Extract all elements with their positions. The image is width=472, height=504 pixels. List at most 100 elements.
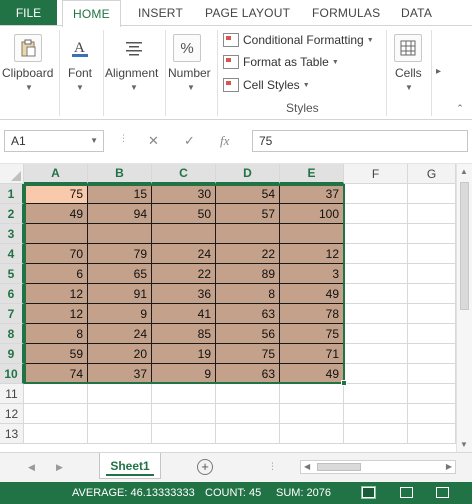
cell[interactable] [88,404,152,424]
cell[interactable] [24,224,88,244]
select-all-button[interactable] [0,164,24,184]
horizontal-scrollbar[interactable]: ◀ ▶ [300,460,456,474]
cell[interactable]: 75 [24,184,88,204]
column-header[interactable]: F [344,164,408,184]
cell[interactable] [408,284,456,304]
cell[interactable] [280,224,344,244]
cell[interactable] [216,404,280,424]
cell[interactable] [344,284,408,304]
cell[interactable] [344,204,408,224]
cell[interactable] [408,344,456,364]
cell[interactable]: 20 [88,344,152,364]
cell[interactable] [216,424,280,444]
row-header[interactable]: 11 [0,384,24,404]
row-header[interactable]: 13 [0,424,24,444]
cell[interactable]: 59 [24,344,88,364]
cell[interactable]: 65 [88,264,152,284]
cell[interactable]: 12 [24,284,88,304]
cell[interactable]: 37 [280,184,344,204]
cell[interactable]: 30 [152,184,216,204]
cell[interactable]: 12 [280,244,344,264]
clipboard-group[interactable]: Clipboard ▼ [0,26,58,120]
chevron-down-icon[interactable]: ▼ [90,136,98,145]
cell[interactable] [408,244,456,264]
prev-sheet-icon[interactable]: ◀ [28,462,35,473]
cell[interactable] [344,184,408,204]
cell[interactable]: 3 [280,264,344,284]
cell[interactable] [344,244,408,264]
cell[interactable] [408,324,456,344]
cell[interactable]: 71 [280,344,344,364]
cell[interactable] [152,404,216,424]
cell[interactable] [24,424,88,444]
cell[interactable] [344,384,408,404]
cell[interactable] [408,184,456,204]
cell[interactable]: 56 [216,324,280,344]
scroll-up-icon[interactable]: ▲ [460,167,468,176]
row-header[interactable]: 7 [0,304,24,324]
cell[interactable]: 8 [216,284,280,304]
tab-insert[interactable]: INSERT [138,0,183,26]
cell[interactable] [408,424,456,444]
page-layout-view-icon[interactable] [400,487,413,498]
cell[interactable] [344,224,408,244]
scroll-left-icon[interactable]: ◀ [304,462,310,471]
cell[interactable]: 22 [152,264,216,284]
conditional-formatting-button[interactable]: Conditional Formatting ▼ [223,30,374,50]
cell[interactable] [152,224,216,244]
cell[interactable]: 49 [280,364,344,384]
cell[interactable]: 41 [152,304,216,324]
cell[interactable]: 12 [24,304,88,324]
cell[interactable]: 79 [88,244,152,264]
cell[interactable] [280,384,344,404]
row-header[interactable]: 8 [0,324,24,344]
cell[interactable]: 37 [88,364,152,384]
column-header[interactable]: B [88,164,152,184]
cell[interactable]: 63 [216,364,280,384]
cancel-icon[interactable]: ✕ [148,130,159,152]
scroll-right-icon[interactable]: ▶ [446,462,452,471]
cell[interactable]: 15 [88,184,152,204]
page-break-view-icon[interactable] [436,487,449,498]
cell[interactable] [344,364,408,384]
row-header[interactable]: 4 [0,244,24,264]
cell[interactable]: 94 [88,204,152,224]
add-sheet-button[interactable]: + [197,459,213,475]
formula-input[interactable]: 75 [252,130,468,152]
scroll-thumb[interactable] [460,182,469,310]
cell[interactable] [344,424,408,444]
enter-icon[interactable]: ✓ [184,130,195,152]
cell[interactable] [344,404,408,424]
cell[interactable] [408,404,456,424]
tab-formulas[interactable]: FORMULAS [312,0,380,26]
cell[interactable]: 9 [88,304,152,324]
column-header[interactable]: D [216,164,280,184]
cell[interactable] [88,384,152,404]
cell[interactable]: 36 [152,284,216,304]
cell[interactable]: 9 [152,364,216,384]
chevron-right-icon[interactable]: ▸ [436,66,441,77]
cell[interactable]: 54 [216,184,280,204]
cell[interactable]: 57 [216,204,280,224]
cell[interactable] [216,224,280,244]
alignment-group[interactable]: Alignment ▼ [104,26,164,120]
tab-data[interactable]: DATA [401,0,432,26]
cells-group[interactable]: Cells ▼ [388,26,430,120]
next-sheet-icon[interactable]: ▶ [56,462,63,473]
cell[interactable] [152,384,216,404]
row-header[interactable]: 12 [0,404,24,424]
cell[interactable]: 24 [152,244,216,264]
cell[interactable]: 91 [88,284,152,304]
cell[interactable] [408,224,456,244]
scroll-thumb[interactable] [317,463,361,471]
cell[interactable] [408,204,456,224]
fill-handle[interactable] [341,380,347,386]
cell[interactable] [24,404,88,424]
cell[interactable]: 70 [24,244,88,264]
format-as-table-button[interactable]: Format as Table ▼ [223,52,339,72]
cell[interactable] [344,344,408,364]
row-header[interactable]: 2 [0,204,24,224]
name-box[interactable]: A1 ▼ [4,130,104,152]
cell[interactable]: 22 [216,244,280,264]
cell[interactable]: 50 [152,204,216,224]
